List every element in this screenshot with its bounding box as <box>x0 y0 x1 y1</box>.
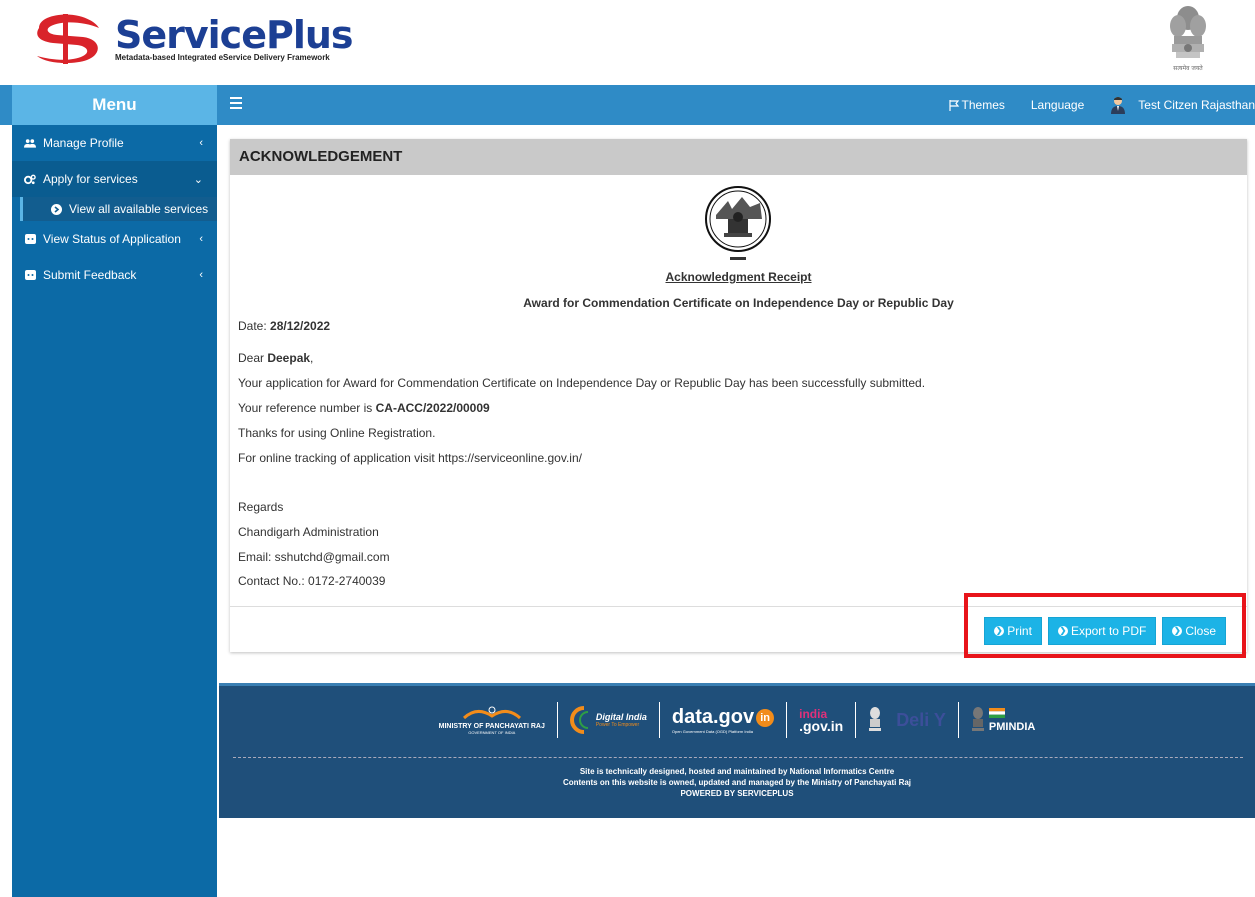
serviceplus-logo-mark <box>37 14 99 64</box>
reference-number: CA-ACC/2022/00009 <box>375 401 490 415</box>
india-flag-icon <box>988 708 1005 718</box>
indiagov-bottom: .gov.in <box>799 718 844 734</box>
mopr-emblem-icon <box>462 706 521 719</box>
emblem-small-icon <box>971 707 984 731</box>
footer-line-2: Contents on this website is owned, updat… <box>562 778 912 787</box>
digital-india-tagline: Power To Empower <box>595 722 640 728</box>
delhy-logo[interactable]: Deli Y <box>856 702 959 738</box>
sidebar-item-label: View Status of Application <box>43 232 181 246</box>
footer-divider <box>233 757 1243 758</box>
sidebar-item-submit-feedback[interactable]: Submit Feedback ‹ <box>12 257 217 293</box>
office-email: Email: sshutchd@gmail.com <box>238 550 390 564</box>
serviceplus-logo[interactable]: ServicePlus Metadata-based Integrated eS… <box>33 10 354 66</box>
sidebar-item-apply-for-services[interactable]: Apply for services ⌄ <box>12 161 217 197</box>
date-value: 28/12/2022 <box>270 319 331 333</box>
datagov-in-badge: in <box>756 708 775 727</box>
pmindia-title: PMINDIA <box>988 721 1036 733</box>
national-emblem-icon: सत्यमेव जयते <box>1170 6 1206 72</box>
footer-line-3: POWERED BY SERVICEPLUS <box>680 789 794 798</box>
sidebar-item-label: Submit Feedback <box>43 268 137 282</box>
menu-heading: Menu <box>12 85 217 125</box>
feedback-icon <box>24 269 36 281</box>
users-icon <box>24 137 36 149</box>
chevron-down-icon: ⌄ <box>193 173 203 186</box>
mopr-title: MINISTRY OF PANCHAYATI RAJ <box>438 722 545 730</box>
panel-header: ACKNOWLEDGEMENT <box>230 139 1247 175</box>
indiagov-logo[interactable]: india .gov.in <box>787 702 857 738</box>
date-line: Date: 28/12/2022 <box>238 319 331 333</box>
status-icon <box>24 233 36 245</box>
service-name: Award for Commendation Certificate on In… <box>523 296 954 310</box>
arrow-circle-right-icon <box>51 203 62 215</box>
language-menu[interactable]: Language <box>1031 98 1084 112</box>
emblem-motto: सत्यमेव जयते <box>1173 64 1203 72</box>
office-contact: Contact No.: 0172-2740039 <box>238 574 386 588</box>
datagov-logo[interactable]: data.gov in Open Government Data (OGD) P… <box>660 702 788 738</box>
flag-icon <box>948 99 959 111</box>
mopr-logo[interactable]: MINISTRY OF PANCHAYATI RAJ GOVERNMENT OF… <box>427 702 558 738</box>
mopr-subtitle: GOVERNMENT OF INDIA <box>468 729 516 735</box>
digital-india-icon <box>569 706 588 734</box>
sidebar-item-label: Apply for services <box>43 172 138 186</box>
receipt-title: Acknowledgment Receipt <box>665 270 812 284</box>
top-navbar: Menu Themes Language Test Citzen Rajasth… <box>0 85 1255 125</box>
chandigarh-seal-icon <box>705 186 771 260</box>
themes-label: Themes <box>961 98 1005 112</box>
themes-menu[interactable]: Themes <box>948 98 1005 112</box>
site-footer: MINISTRY OF PANCHAYATI RAJ GOVERNMENT OF… <box>219 683 1255 818</box>
tracking-text: For online tracking of application visit… <box>238 451 582 465</box>
reference-line: Your reference number is CA-ACC/2022/000… <box>238 401 490 415</box>
salutation-line: Dear Deepak, <box>238 351 314 365</box>
office-name: Chandigarh Administration <box>238 525 379 539</box>
sidebar-item-label: Manage Profile <box>43 136 124 150</box>
sidebar-subitem-view-all-services[interactable]: View all available services <box>20 197 217 221</box>
brand-title: ServicePlus <box>115 12 354 57</box>
highlight-box <box>964 593 1246 658</box>
regards-text: Regards <box>238 500 284 514</box>
datagov-subtitle: Open Government Data (OGD) Platform Indi… <box>671 729 754 734</box>
chevron-left-icon: ‹ <box>199 137 203 149</box>
sidebar-subitem-label: View all available services <box>69 202 209 216</box>
chevron-left-icon: ‹ <box>199 269 203 281</box>
applicant-name: Deepak <box>267 351 311 365</box>
sidebar: Manage Profile ‹ Apply for services ⌄ Vi… <box>12 125 217 897</box>
cogs-icon <box>24 173 36 185</box>
pmindia-logo[interactable]: PMINDIA <box>959 702 1047 738</box>
chevron-left-icon: ‹ <box>199 233 203 245</box>
footer-line-1: Site is technically designed, hosted and… <box>579 767 895 776</box>
digital-india-title: Digital India <box>595 712 647 722</box>
digital-india-logo[interactable]: Digital India Power To Empower <box>558 702 660 738</box>
partner-logos: MINISTRY OF PANCHAYATI RAJ GOVERNMENT OF… <box>219 700 1255 740</box>
emblem-small-icon <box>869 707 882 731</box>
hamburger-menu-icon[interactable] <box>230 97 242 111</box>
language-label: Language <box>1030 98 1085 112</box>
acknowledgement-panel: ACKNOWLEDGEMENT Acknowledgment Receipt A… <box>230 139 1247 652</box>
user-name: Test Citzen Rajasthan <box>1138 98 1255 112</box>
sidebar-item-view-status[interactable]: View Status of Application ‹ <box>12 221 217 257</box>
user-avatar-icon <box>1111 97 1126 114</box>
thanks-text: Thanks for using Online Registration. <box>238 426 436 440</box>
sidebar-item-manage-profile[interactable]: Manage Profile ‹ <box>12 125 217 161</box>
brand-bar: ServicePlus Metadata-based Integrated eS… <box>0 0 1255 84</box>
brand-subtitle: Metadata-based Integrated eService Deliv… <box>115 52 330 62</box>
user-menu[interactable]: Test Citzen Rajasthan <box>1110 96 1255 114</box>
submission-message: Your application for Award for Commendat… <box>238 376 926 390</box>
delhy-title: Deli Y <box>896 709 946 730</box>
datagov-title: data.gov <box>671 706 755 728</box>
